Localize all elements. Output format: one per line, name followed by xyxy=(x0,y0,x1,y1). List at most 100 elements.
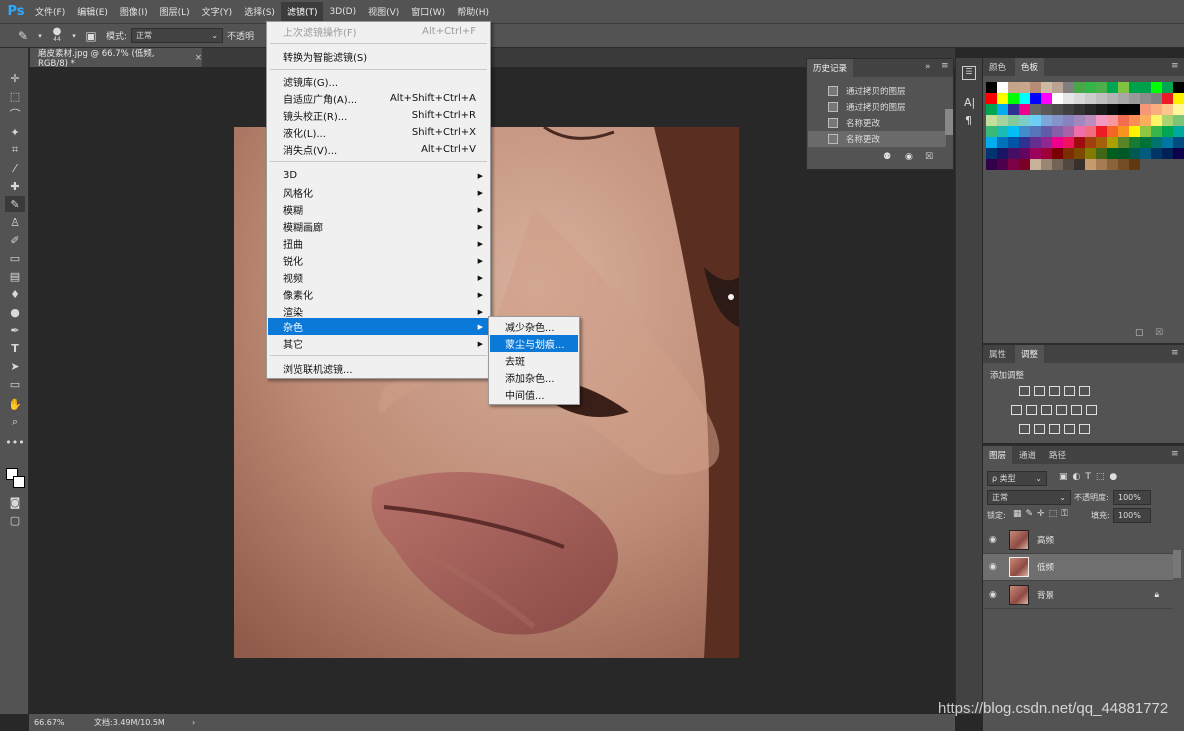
color-swatch[interactable] xyxy=(1019,115,1030,126)
trash-icon[interactable]: ☒ xyxy=(925,152,933,162)
trash-icon[interactable]: ☒ xyxy=(1155,328,1163,338)
panel-menu-icon[interactable]: ≡ xyxy=(1171,449,1179,459)
color-swatch[interactable] xyxy=(1041,148,1052,159)
color-swatch[interactable] xyxy=(1096,82,1107,93)
tab-adjustments[interactable]: 调整 xyxy=(1015,345,1045,363)
color-swatch[interactable] xyxy=(1052,126,1063,137)
crop-tool-icon[interactable]: ⌗ xyxy=(5,142,25,158)
color-swatch[interactable] xyxy=(1151,93,1162,104)
color-swatch[interactable] xyxy=(1162,93,1173,104)
color-swatch[interactable] xyxy=(1074,126,1085,137)
brush-preset-picker[interactable]: ● 44 xyxy=(46,26,68,45)
panel-menu-icon[interactable]: ≡ xyxy=(941,61,949,71)
color-swatch[interactable] xyxy=(986,159,997,170)
color-swatch[interactable] xyxy=(1030,126,1041,137)
color-swatch[interactable] xyxy=(1129,148,1140,159)
color-swatch[interactable] xyxy=(1096,115,1107,126)
screen-mode-icon[interactable]: ▢ xyxy=(5,512,25,528)
color-swatch[interactable] xyxy=(1162,115,1173,126)
color-swatch[interactable] xyxy=(1063,137,1074,148)
color-swatch[interactable] xyxy=(997,137,1008,148)
vibrance-icon[interactable] xyxy=(1079,386,1090,396)
color-swatch[interactable] xyxy=(1151,82,1162,93)
color-swatch[interactable] xyxy=(1140,148,1151,159)
color-swatch[interactable] xyxy=(1151,148,1162,159)
zoom-level[interactable]: 66.67% xyxy=(34,718,89,727)
color-swatch[interactable] xyxy=(1129,82,1140,93)
mode-select[interactable]: 正常 ⌄ xyxy=(131,28,224,43)
color-swatch[interactable] xyxy=(1008,115,1019,126)
levels-icon[interactable] xyxy=(1034,386,1045,396)
menu-item-liquify[interactable]: 液化(L)... Shift+Ctrl+X xyxy=(268,124,489,141)
eye-icon[interactable]: ◉ xyxy=(989,535,1003,545)
invert-icon[interactable] xyxy=(1019,424,1030,434)
posterize-icon[interactable] xyxy=(1034,424,1045,434)
panel-menu-icon[interactable]: ≡ xyxy=(1171,348,1179,358)
color-swatch[interactable] xyxy=(1096,93,1107,104)
color-swatch[interactable] xyxy=(1019,159,1030,170)
color-swatch[interactable] xyxy=(997,104,1008,115)
eye-icon[interactable]: ◉ xyxy=(989,562,1003,572)
color-swatch[interactable] xyxy=(1129,159,1140,170)
color-swatch[interactable] xyxy=(1019,82,1030,93)
shape-tool-icon[interactable]: ▭ xyxy=(5,376,25,392)
color-swatch[interactable] xyxy=(1129,126,1140,137)
menu-item-adaptive-wide-angle[interactable]: 自适应广角(A)... Alt+Shift+Ctrl+A xyxy=(268,90,489,107)
color-swatch[interactable] xyxy=(1019,93,1030,104)
color-swatch[interactable] xyxy=(1085,104,1096,115)
color-swatch[interactable] xyxy=(1096,126,1107,137)
color-swatch[interactable] xyxy=(1107,115,1118,126)
menu-item-filter-gallery[interactable]: 滤镜库(G)... xyxy=(268,73,489,90)
channel-mixer-icon[interactable] xyxy=(1071,405,1082,415)
color-swatch[interactable] xyxy=(986,115,997,126)
color-swatch[interactable] xyxy=(1085,126,1096,137)
history-row[interactable]: 通过拷贝的图层 xyxy=(808,99,946,115)
color-swatch[interactable] xyxy=(1030,93,1041,104)
layer-filter-icons[interactable]: ▣◐T⬚● xyxy=(1059,472,1122,482)
color-swatch[interactable] xyxy=(1041,115,1052,126)
history-row-selected[interactable]: 名称更改 xyxy=(808,131,946,147)
photo-filter-icon[interactable] xyxy=(1056,405,1067,415)
color-swatch[interactable] xyxy=(1096,159,1107,170)
color-swatch[interactable] xyxy=(1151,115,1162,126)
color-swatch[interactable] xyxy=(1074,104,1085,115)
color-swatch[interactable] xyxy=(997,115,1008,126)
hand-tool-icon[interactable]: ✋ xyxy=(5,396,25,412)
color-swatch[interactable] xyxy=(1096,104,1107,115)
history-panel-icon[interactable]: ☰ xyxy=(962,66,976,80)
blend-mode-select[interactable]: 正常 ⌄ xyxy=(987,490,1071,505)
gradient-map-icon[interactable] xyxy=(1079,424,1090,434)
color-swatch[interactable] xyxy=(1173,104,1184,115)
color-swatch[interactable] xyxy=(1129,115,1140,126)
color-swatch[interactable] xyxy=(1030,137,1041,148)
color-swatch[interactable] xyxy=(997,93,1008,104)
color-swatch[interactable] xyxy=(1140,137,1151,148)
path-select-tool-icon[interactable]: ➤ xyxy=(5,358,25,374)
color-swatch[interactable] xyxy=(1008,137,1019,148)
color-swatch[interactable] xyxy=(1052,137,1063,148)
fill-input[interactable]: 100% xyxy=(1113,508,1151,523)
black-white-icon[interactable] xyxy=(1041,405,1052,415)
brush-panel-icon[interactable]: ▣ xyxy=(80,27,102,45)
menu-item-dust-and-scratches[interactable]: 蒙尘与划痕... xyxy=(490,335,578,352)
color-swatch[interactable] xyxy=(1085,93,1096,104)
color-swatch[interactable] xyxy=(1052,82,1063,93)
color-swatch[interactable] xyxy=(1129,93,1140,104)
color-swatch[interactable] xyxy=(1173,137,1184,148)
color-swatch[interactable] xyxy=(1008,159,1019,170)
menu-help[interactable]: 帮助(H) xyxy=(451,2,495,22)
layer-kind-filter[interactable]: ρ 类型 ⌄ xyxy=(987,471,1047,486)
chevron-down-icon[interactable]: ▾ xyxy=(34,27,46,45)
color-swatch[interactable] xyxy=(1151,104,1162,115)
color-swatch[interactable] xyxy=(1162,137,1173,148)
color-swatch[interactable] xyxy=(1118,137,1129,148)
color-swatch[interactable] xyxy=(1162,126,1173,137)
color-swatch[interactable] xyxy=(1085,148,1096,159)
color-swatch[interactable] xyxy=(1063,104,1074,115)
color-swatch[interactable] xyxy=(1107,137,1118,148)
color-swatch[interactable] xyxy=(1151,137,1162,148)
color-swatch[interactable] xyxy=(1085,82,1096,93)
color-swatch[interactable] xyxy=(1118,159,1129,170)
menu-item-other[interactable]: 其它 ▶ xyxy=(268,335,489,352)
color-swatch[interactable] xyxy=(997,159,1008,170)
